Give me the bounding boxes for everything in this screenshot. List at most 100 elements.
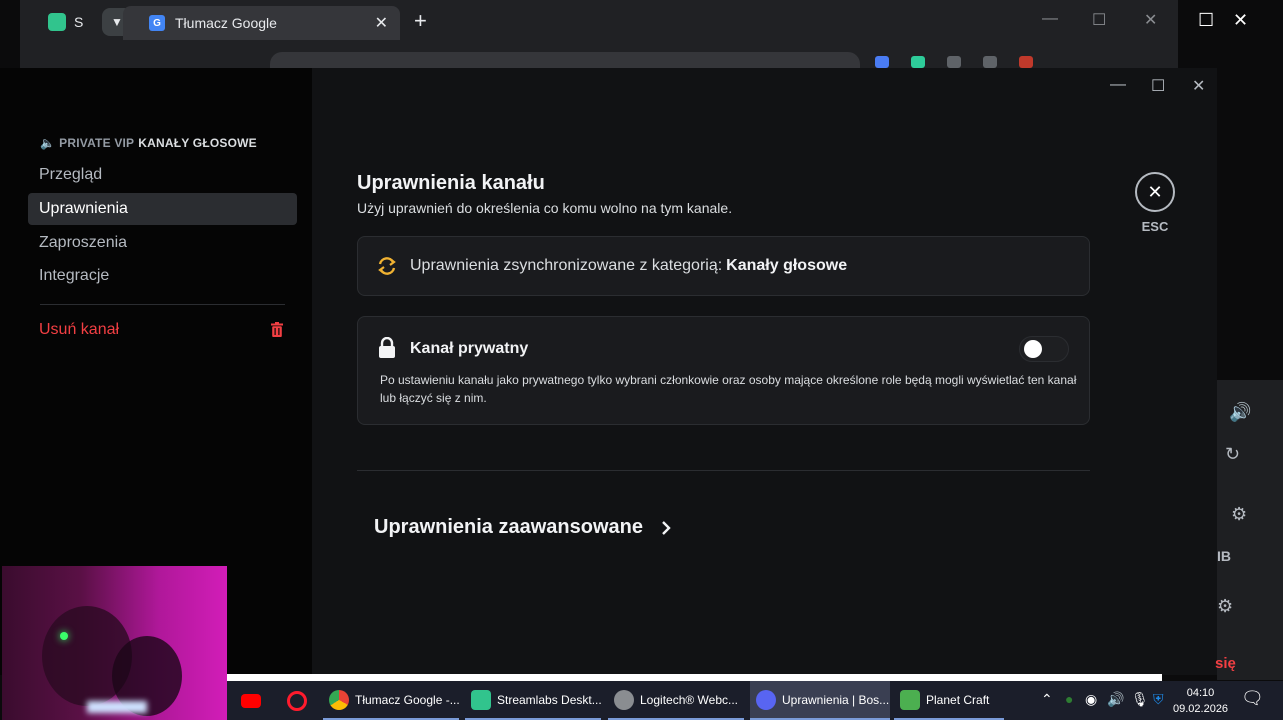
- new-tab-button[interactable]: +: [414, 8, 427, 34]
- page-subtitle: Użyj uprawnień do określenia co komu wol…: [357, 200, 733, 216]
- browser-tab-streamlabs[interactable]: S: [48, 8, 100, 36]
- chevron-down-icon: ▼: [111, 15, 123, 29]
- progress-strip: [227, 674, 1162, 681]
- refresh-icon[interactable]: ↻: [1225, 444, 1240, 465]
- sidebar-item-invites[interactable]: Zaproszenia: [28, 227, 297, 259]
- sync-icon: [378, 257, 396, 275]
- page-title: Uprawnienia kanału: [357, 172, 545, 194]
- extension-icon[interactable]: [983, 56, 997, 68]
- tab-close-icon[interactable]: ✕: [375, 13, 388, 33]
- taskbar-app-chrome[interactable]: Tłumacz Google -...: [323, 681, 460, 720]
- channel-category: PRIVATE VIP: [59, 136, 135, 150]
- google-translate-icon: G: [149, 15, 165, 31]
- sidebar-item-integrations[interactable]: Integracje: [28, 260, 297, 292]
- clock-time: 04:10: [1186, 687, 1215, 699]
- private-channel-card: Kanał prywatny Po ustawieniu kanału jako…: [357, 316, 1090, 425]
- background-panel: 🔊 ↻ ⚙ IB ⚙: [1217, 380, 1283, 680]
- tray-app-icon[interactable]: ◉: [1085, 691, 1097, 708]
- security-icon[interactable]: ⛨: [1153, 691, 1164, 708]
- sync-status-card: Uprawnienia zsynchronizowane z kategorią…: [357, 236, 1090, 296]
- taskbar-app-logitech[interactable]: Logitech® Webc...: [608, 681, 744, 720]
- streamlabs-icon: [471, 689, 491, 710]
- browser-maximize-button[interactable]: ☐: [1092, 10, 1106, 30]
- chrome-icon: [329, 689, 349, 710]
- profile-icon[interactable]: [1019, 56, 1033, 68]
- taskbar-app-label: Streamlabs Deskt...: [497, 692, 602, 707]
- outer-maximize-button[interactable]: ☐: [1198, 10, 1214, 31]
- outer-close-button[interactable]: ✕: [1233, 10, 1248, 31]
- advanced-permissions-button[interactable]: Uprawnienia zaawansowane: [374, 516, 671, 539]
- speaker-icon[interactable]: 🔊: [1229, 402, 1251, 423]
- discord-icon: [756, 689, 776, 710]
- lock-icon: [379, 337, 395, 358]
- chevron-right-icon: [662, 520, 671, 535]
- sidebar-item-permissions[interactable]: Uprawnienia: [28, 193, 297, 225]
- taskbar: Tłumacz Google -... Streamlabs Deskt... …: [227, 681, 1283, 720]
- taskbar-app-planet-craft[interactable]: Planet Craft: [894, 681, 1004, 720]
- delete-channel-button[interactable]: Usuń kanał: [28, 314, 297, 346]
- minimize-button[interactable]: —: [1110, 76, 1126, 94]
- browser-minimize-button[interactable]: —: [1042, 10, 1058, 28]
- background-red-text: się: [1215, 655, 1236, 672]
- webcam-feed: [2, 566, 227, 720]
- opera-icon[interactable]: [287, 691, 307, 711]
- planet-craft-icon: [900, 689, 920, 710]
- content-divider: [357, 470, 1090, 471]
- address-bar[interactable]: [270, 52, 860, 68]
- browser-tab-label: S: [74, 14, 84, 30]
- tray-expand-icon[interactable]: ⌃: [1041, 691, 1053, 708]
- sidebar-item-label: Integracje: [39, 267, 110, 284]
- taskbar-app-label: Logitech® Webc...: [640, 692, 739, 707]
- taskbar-app-streamlabs[interactable]: Streamlabs Deskt...: [465, 681, 602, 720]
- volume-icon[interactable]: 🔊: [1107, 691, 1124, 708]
- gear-icon[interactable]: ⚙: [1231, 504, 1247, 525]
- sidebar-divider: [40, 304, 285, 305]
- browser-window: S ▼ G Tłumacz Google ✕ + — ☐ ✕: [20, 0, 1178, 68]
- taskbar-app-label: Uprawnienia | Bos...: [782, 692, 890, 707]
- microphone-icon[interactable]: 🎙: [1131, 691, 1149, 708]
- browser-tab-title: Tłumacz Google: [175, 15, 277, 31]
- streamlabs-icon: [48, 13, 66, 31]
- sidebar-item-overview[interactable]: Przegląd: [28, 159, 297, 191]
- trash-icon: [271, 322, 283, 337]
- sync-text: Uprawnienia zsynchronizowane z kategorią…: [410, 257, 723, 274]
- close-button[interactable]: ✕: [1192, 76, 1205, 96]
- browser-tab-google-translate[interactable]: G Tłumacz Google ✕: [123, 6, 400, 40]
- background-text: IB: [1217, 548, 1231, 564]
- private-channel-description: Po ustawieniu kanału jako prywatnego tyl…: [380, 373, 1077, 405]
- sidebar-header: 🔈 PRIVATE VIP KANAŁY GŁOSOWE: [40, 136, 257, 150]
- taskbar-app-discord[interactable]: Uprawnienia | Bos...: [750, 681, 890, 720]
- gear-icon[interactable]: ⚙: [1217, 596, 1233, 617]
- sidebar-item-label: Uprawnienia: [39, 200, 128, 217]
- channel-name: KANAŁY GŁOSOWE: [138, 136, 257, 150]
- maximize-button[interactable]: ☐: [1151, 76, 1165, 96]
- speaker-icon: 🔈: [40, 136, 56, 150]
- extension-icons: [875, 56, 1033, 68]
- extension-icon[interactable]: [911, 56, 925, 68]
- webcam-icon: [614, 689, 634, 710]
- close-icon: ✕: [1147, 181, 1163, 202]
- taskbar-clock[interactable]: 04:10 09.02.2026: [1173, 685, 1228, 717]
- browser-close-button[interactable]: ✕: [1144, 10, 1157, 30]
- webcam-light: [87, 701, 147, 713]
- sidebar-item-label: Zaproszenia: [39, 234, 128, 251]
- youtube-icon[interactable]: [241, 694, 261, 708]
- esc-label: ESC: [1141, 219, 1169, 234]
- toggle-knob: [1024, 340, 1042, 358]
- delete-channel-label: Usuń kanał: [39, 321, 120, 338]
- private-channel-title: Kanał prywatny: [410, 340, 529, 357]
- settings-content: — ☐ ✕ Uprawnienia kanału Użyj uprawnień …: [312, 68, 1217, 675]
- advanced-permissions-label: Uprawnienia zaawansowane: [374, 516, 643, 538]
- clock-date: 09.02.2026: [1173, 703, 1229, 715]
- extension-icon[interactable]: [947, 56, 961, 68]
- extension-icon[interactable]: [875, 56, 889, 68]
- sidebar-item-label: Przegląd: [39, 166, 103, 183]
- taskbar-app-label: Tłumacz Google -...: [355, 692, 460, 707]
- notification-icon[interactable]: 🗨: [1241, 688, 1264, 709]
- taskbar-app-label: Planet Craft: [926, 692, 990, 707]
- webcam-light: [60, 632, 68, 640]
- private-channel-toggle[interactable]: [1019, 336, 1069, 362]
- esc-close-button[interactable]: ✕: [1135, 172, 1175, 212]
- sync-category: Kanały głosowe: [726, 257, 848, 274]
- tray-app-icon[interactable]: ●: [1065, 691, 1073, 707]
